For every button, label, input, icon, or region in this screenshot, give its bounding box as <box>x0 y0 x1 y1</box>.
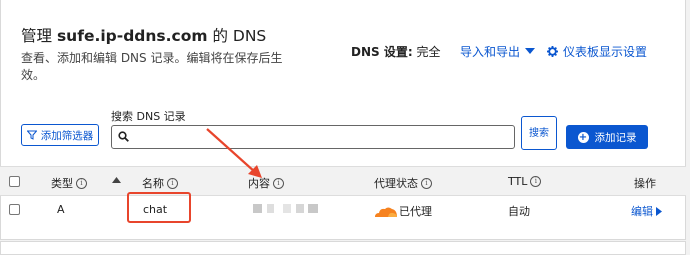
annotation-arrow <box>206 128 262 178</box>
